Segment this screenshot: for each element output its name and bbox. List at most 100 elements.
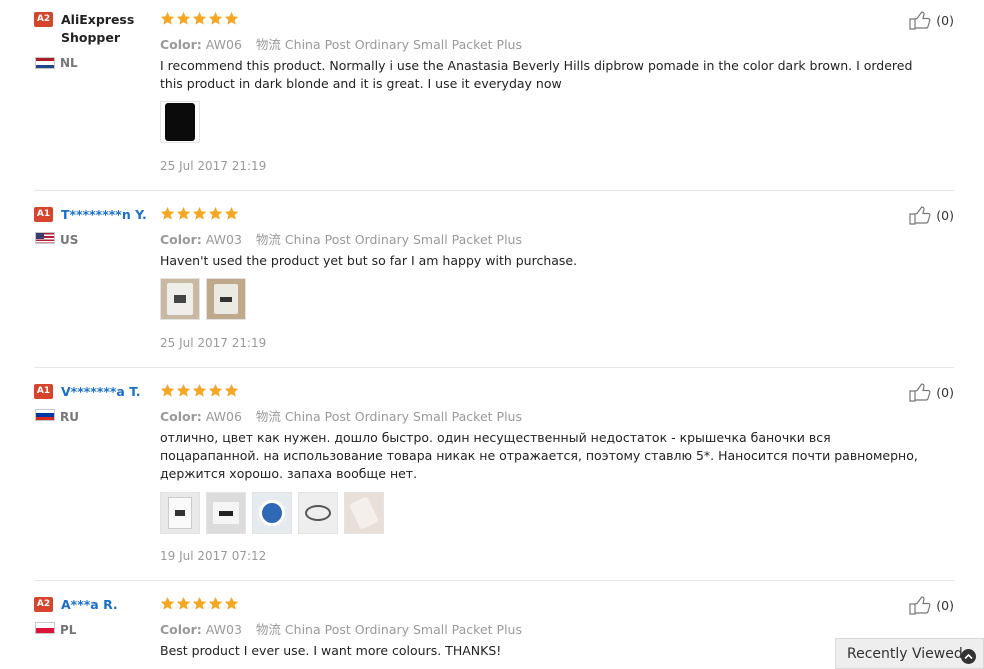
- reviewer-country: US: [60, 233, 79, 247]
- review-date: 19 Jul 2017 07:12: [160, 549, 267, 563]
- color-value: AW03: [205, 232, 242, 247]
- logistics-label: 物流: [255, 409, 281, 424]
- logistics-value: China Post Ordinary Small Packet Plus: [284, 409, 522, 424]
- star-icon: [160, 11, 175, 25]
- review-photo-thumbnail[interactable]: [160, 492, 200, 534]
- helpful-button[interactable]: (0): [909, 10, 954, 30]
- star-icon: [160, 206, 175, 220]
- review-photo-thumbnail[interactable]: [206, 492, 246, 534]
- star-icon: [208, 11, 223, 25]
- recently-viewed-button[interactable]: Recently Viewed: [835, 638, 984, 669]
- review-item: A2 AliExpress Shopper NL Color: AW06 物流 C…: [34, 10, 954, 182]
- recently-viewed-label: Recently Viewed: [847, 645, 963, 662]
- flag-nl-icon: [35, 57, 55, 69]
- star-icon: [208, 206, 223, 220]
- color-value: AW06: [205, 409, 242, 424]
- review-text: отлично, цвет как нужен. дошло быстро. о…: [160, 430, 918, 481]
- helpful-count: (0): [936, 12, 954, 28]
- helpful-count: (0): [936, 597, 954, 613]
- color-label: Color:: [160, 232, 202, 247]
- review-divider: [34, 190, 954, 191]
- star-icon: [160, 596, 175, 610]
- rating-stars: [160, 11, 239, 27]
- star-icon: [208, 596, 223, 610]
- review-photo-thumbnail[interactable]: [344, 492, 384, 534]
- color-label: Color:: [160, 37, 202, 52]
- review-photo-thumbnail[interactable]: [160, 278, 200, 320]
- helpful-button[interactable]: (0): [909, 205, 954, 225]
- star-icon: [192, 206, 207, 220]
- logistics-label: 物流: [255, 232, 281, 247]
- review-divider: [34, 367, 954, 368]
- buyer-level-badge: A2: [34, 12, 53, 27]
- review-divider: [34, 580, 954, 581]
- review-meta: Color: AW03 物流 China Post Ordinary Small …: [160, 619, 522, 638]
- reviewer-country: PL: [60, 623, 77, 637]
- color-label: Color:: [160, 622, 202, 637]
- review-text: Haven't used the product yet but so far …: [160, 253, 578, 268]
- reviewer-country: NL: [60, 56, 78, 70]
- review-photo-thumbnail[interactable]: [252, 492, 292, 534]
- color-value: AW06: [205, 37, 242, 52]
- reviewer-name[interactable]: V*******a T.: [61, 383, 141, 401]
- star-icon: [160, 383, 175, 397]
- star-icon: [224, 11, 239, 25]
- thumbs-up-icon[interactable]: [909, 205, 933, 225]
- helpful-count: (0): [936, 384, 954, 400]
- star-icon: [192, 383, 207, 397]
- color-value: AW03: [205, 622, 242, 637]
- review-photo-thumbnail[interactable]: [206, 278, 246, 320]
- reviewer-name: AliExpress Shopper: [61, 12, 135, 45]
- helpful-button[interactable]: (0): [909, 382, 954, 402]
- rating-stars: [160, 383, 239, 399]
- helpful-count: (0): [936, 207, 954, 223]
- flag-pl-icon: [35, 622, 55, 634]
- review-date: 25 Jul 2017 21:19: [160, 336, 267, 350]
- review-photos: [160, 101, 200, 143]
- review-meta: Color: AW06 物流 China Post Ordinary Small …: [160, 34, 522, 53]
- review-date: 25 Jul 2017 21:19: [160, 159, 267, 173]
- reviewer-name[interactable]: T********n Y.: [61, 206, 147, 224]
- logistics-label: 物流: [255, 622, 281, 637]
- reviewer-name[interactable]: A***a R.: [61, 596, 118, 614]
- reviewer-country: RU: [60, 410, 79, 424]
- star-icon: [224, 206, 239, 220]
- thumbs-up-icon[interactable]: [909, 10, 933, 30]
- thumbs-up-icon[interactable]: [909, 595, 933, 615]
- helpful-button[interactable]: (0): [909, 595, 954, 615]
- star-icon: [192, 11, 207, 25]
- logistics-value: China Post Ordinary Small Packet Plus: [284, 232, 522, 247]
- rating-stars: [160, 596, 239, 612]
- buyer-level-badge: A1: [34, 384, 53, 399]
- star-icon: [176, 11, 191, 25]
- buyer-level-badge: A2: [34, 597, 53, 612]
- logistics-value: China Post Ordinary Small Packet Plus: [284, 622, 522, 637]
- star-icon: [176, 383, 191, 397]
- star-icon: [224, 383, 239, 397]
- review-photo-thumbnail[interactable]: [160, 101, 200, 143]
- star-icon: [224, 596, 239, 610]
- review-meta: Color: AW03 物流 China Post Ordinary Small …: [160, 229, 522, 248]
- buyer-level-badge: A1: [34, 207, 53, 222]
- review-photos: [160, 492, 384, 534]
- color-label: Color:: [160, 409, 202, 424]
- review-photo-thumbnail[interactable]: [298, 492, 338, 534]
- review-photos: [160, 278, 246, 320]
- logistics-label: 物流: [255, 37, 281, 52]
- logistics-value: China Post Ordinary Small Packet Plus: [284, 37, 522, 52]
- flag-us-icon: [35, 232, 55, 244]
- review-item: A1 T********n Y. US Color: AW03 物流 China …: [34, 205, 954, 357]
- review-item: A2 A***a R. PL Color: AW03 物流 China Post …: [34, 595, 954, 669]
- thumbs-up-icon[interactable]: [909, 382, 933, 402]
- review-meta: Color: AW06 物流 China Post Ordinary Small …: [160, 406, 522, 425]
- review-item: A1 V*******a T. RU Color: AW06 物流 China P…: [34, 382, 954, 569]
- review-text: I recommend this product. Normally i use…: [160, 58, 913, 91]
- star-icon: [176, 206, 191, 220]
- rating-stars: [160, 206, 239, 222]
- star-icon: [176, 596, 191, 610]
- star-icon: [208, 383, 223, 397]
- star-icon: [192, 596, 207, 610]
- flag-ru-icon: [35, 409, 55, 421]
- review-text: Best product I ever use. I want more col…: [160, 643, 502, 658]
- chevron-up-icon: [961, 649, 976, 664]
